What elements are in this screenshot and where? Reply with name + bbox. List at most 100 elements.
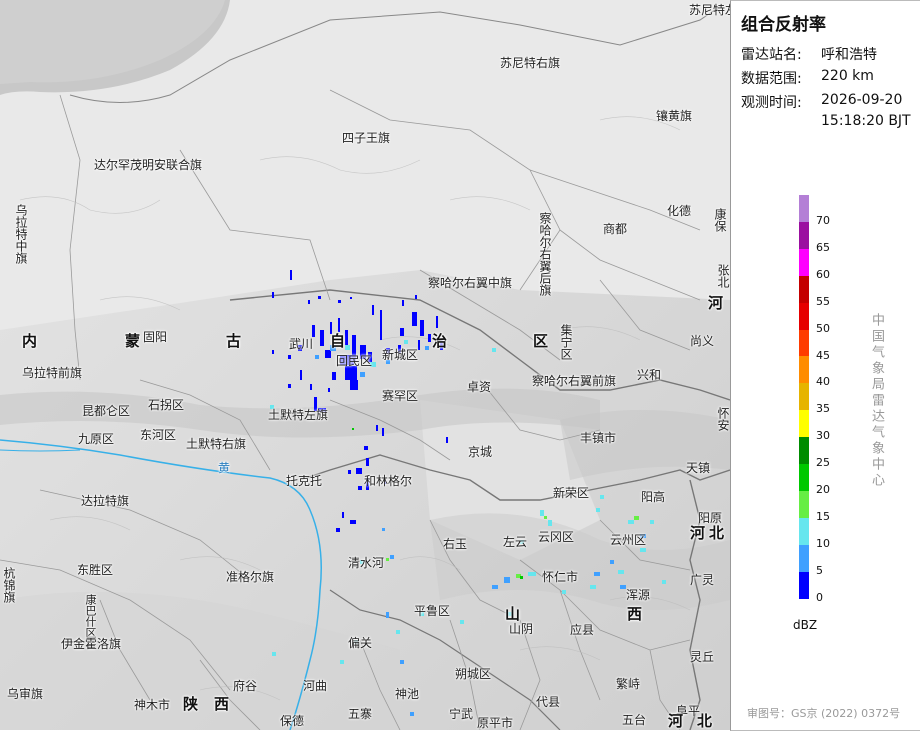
map-label-hequ: 河曲	[303, 679, 328, 693]
map-label-shanyin: 山阴	[509, 622, 534, 636]
map-label-he2: 河	[668, 712, 684, 730]
map-label-he3: 河	[708, 294, 724, 312]
legend-swatch-5	[799, 544, 809, 573]
map-label-xinghe: 兴和	[637, 368, 662, 382]
map-label-dalate: 达拉特旗	[81, 494, 130, 508]
legend-tick-60: 60	[816, 267, 830, 281]
organization-text: 中国气象局雷达气象中心	[869, 313, 884, 489]
legend-tick-55: 55	[816, 294, 830, 308]
map-label-zuoyun: 左云	[503, 535, 528, 549]
map-label-tuoketuo: 托克托	[286, 474, 323, 488]
map-label-bei2: 北	[697, 712, 713, 730]
map-label-yunzhou: 云州区	[610, 533, 647, 547]
legend-tick-5: 5	[816, 563, 823, 577]
map-label-helingeer: 和林格尔	[364, 474, 413, 488]
info-panel: 组合反射率 雷达站名: 呼和浩特 数据范围: 220 km 观测时间: 2026…	[730, 0, 920, 731]
map-label-tianzhen: 天镇	[686, 461, 711, 475]
map-label-region-zhi: 治	[432, 332, 448, 350]
station-label: 雷达站名:	[741, 47, 802, 63]
legend-swatch-45	[799, 329, 809, 357]
map-label-xianghuangqi: 镶黄旗	[656, 109, 693, 123]
map-label-darhan: 达尔罕茂明安联合旗	[94, 158, 203, 172]
map-label-pianguan: 偏关	[348, 636, 373, 650]
map-label-huairen: 怀仁市	[542, 570, 579, 584]
map-label-shuocheng: 朔城区	[455, 667, 492, 681]
map-label-shan: 山	[505, 605, 521, 623]
map-label-daixian: 代县	[536, 695, 561, 709]
time-value-clock: 15:18:20 BJT	[821, 113, 911, 129]
legend-swatch-55	[799, 275, 809, 304]
legend-tick-15: 15	[816, 509, 830, 523]
time-label: 观测时间:	[741, 95, 802, 111]
map-label-guyang: 固阳	[143, 330, 168, 344]
map-label-xincheng: 新城区	[382, 348, 419, 362]
map-label-yungang: 云冈区	[538, 530, 575, 544]
range-value: 220 km	[821, 68, 874, 84]
map-label-wulatezhongqi: 乌拉特中旗	[14, 204, 28, 264]
map-label-chayouzhongqi: 察哈尔右翼中旗	[428, 276, 513, 290]
map-label-chayouqianqi: 察哈尔右翼前旗	[532, 374, 617, 388]
map-label-kangbao: 康保	[713, 208, 727, 232]
map-label-zhuozi: 卓资	[467, 380, 492, 394]
approval-number: 审图号：GS京 (2022) 0372号	[747, 707, 901, 720]
map-label-fengzhen: 丰镇市	[580, 431, 617, 445]
map-label-guangling: 广灵	[690, 573, 715, 587]
legend-swatch-30	[799, 410, 809, 438]
map-label-shenmu: 神木市	[134, 698, 171, 712]
map-label-region-zi: 自	[330, 332, 346, 350]
legend-swatch-0	[799, 571, 809, 599]
map-label-hunyuan: 浑源	[626, 588, 651, 602]
map-label-yijinhuoluo: 伊金霍洛旗	[61, 637, 122, 651]
map-label-huanghe: 黄	[218, 461, 231, 475]
legend-swatch-25	[799, 437, 809, 465]
map-label-yanggao: 阳高	[641, 490, 666, 504]
legend-tick-65: 65	[816, 240, 830, 254]
legend-tick-45: 45	[816, 348, 830, 362]
map-label-youyu: 右玉	[443, 537, 468, 551]
station-value: 呼和浩特	[821, 47, 877, 63]
map-label-shaanxi-xi: 西	[214, 695, 230, 713]
map-label-wulateqianqi: 乌拉特前旗	[22, 366, 83, 380]
map-label-ningwu: 宁武	[449, 707, 474, 721]
map-label-wuzhai: 五寨	[348, 707, 373, 721]
map-label-region-gu: 古	[226, 332, 242, 350]
map-label-bei1: 北	[709, 524, 725, 542]
map-label-shiguai: 石拐区	[148, 398, 185, 412]
map-label-dongsheng: 东胜区	[77, 563, 114, 577]
legend-swatch-35	[799, 383, 809, 411]
map-label-huimin: 回民区	[336, 354, 373, 368]
map-label-he1: 河	[690, 524, 706, 542]
map-label-fugu: 府谷	[233, 679, 258, 693]
map-label-shanxi-xi: 西	[627, 605, 643, 623]
map-label-pinglu: 平鲁区	[414, 604, 451, 618]
legend-swatch-50	[799, 302, 809, 330]
legend-swatch-70	[799, 195, 809, 223]
map-label-xinrong: 新荣区	[553, 486, 590, 500]
legend-swatch-15	[799, 490, 809, 519]
map-label-wushen: 乌审旗	[7, 687, 44, 701]
color-legend	[799, 195, 809, 599]
map-label-huade: 化德	[667, 204, 692, 218]
map-label-donghe: 东河区	[140, 428, 177, 442]
map-label-shaan: 陕	[183, 695, 199, 713]
legend-swatch-20	[799, 464, 809, 492]
map-label-jining: 集宁区	[559, 324, 573, 360]
map-label-yangyuan: 阳原	[698, 511, 723, 525]
legend-tick-25: 25	[816, 456, 830, 470]
legend-swatch-10	[799, 517, 809, 546]
map-label-jiuyuan: 九原区	[78, 432, 115, 446]
radar-map[interactable]: 苏尼特左旗 苏尼特右旗 镶黄旗 四子王旗 达尔罕茂明安联合旗 乌拉特中旗 察哈尔…	[0, 0, 730, 730]
map-label-wutai: 五台	[622, 713, 647, 727]
map-label-tumotezuoqi: 土默特左旗	[268, 408, 329, 422]
map-label-huaian: 怀安	[716, 407, 730, 431]
legend-tick-10: 10	[816, 536, 830, 550]
map-label-wuchuan: 武川	[289, 337, 314, 351]
legend-tick-30: 30	[816, 429, 830, 443]
legend-tick-50: 50	[816, 321, 830, 335]
map-label-liangcheng: 京城	[468, 445, 493, 459]
map-label-fanshi: 繁峙	[616, 677, 641, 691]
map-label-siziwangqi: 四子王旗	[342, 131, 391, 145]
map-label-qingshuihe: 清水河	[348, 556, 385, 570]
map-label-tumoteyouqi: 土默特右旗	[186, 437, 247, 451]
map-label-region-nei: 内	[22, 332, 38, 350]
